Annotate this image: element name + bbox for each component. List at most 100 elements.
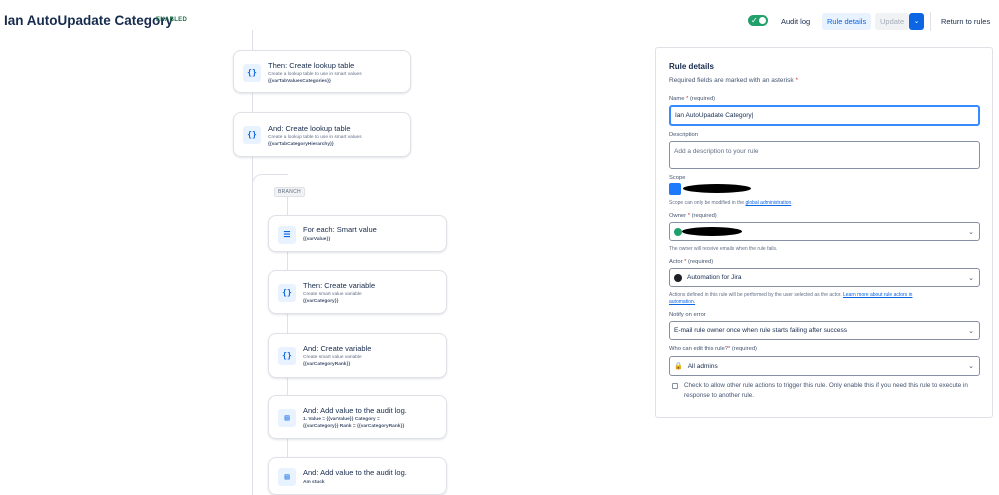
page-title: Ian AutoUpadate Category <box>4 13 174 28</box>
component-value: {{varTabCategoryHierarchy}} <box>268 142 334 147</box>
code-braces-icon: {} <box>278 347 296 365</box>
component-title: And: Create variable <box>303 344 372 353</box>
who-can-edit-value: All admins <box>687 362 718 370</box>
scope-helper: Scope can only be modified in the global… <box>669 200 793 206</box>
chevron-down-icon: ⌄ <box>913 18 920 25</box>
learn-more-link-continued[interactable]: automation. <box>669 299 695 305</box>
rule-name-input[interactable]: Ian AutoUpadate Category | <box>669 105 980 126</box>
component-subtitle: Create smart value variable <box>303 292 362 297</box>
component-subtitle: Create a lookup table to use in smart va… <box>268 72 362 77</box>
actor-label: Actor * (required) <box>669 259 713 265</box>
automation-avatar-icon <box>674 273 682 282</box>
asterisk: * <box>795 77 798 84</box>
component-audit-log-2[interactable]: ▤ And: Add value to the audit log. Am st… <box>268 457 447 495</box>
list-icon: ☰ <box>278 226 296 244</box>
document-icon: ▤ <box>278 409 296 427</box>
status-badge: ENABLED <box>156 17 188 23</box>
allow-trigger-checkbox[interactable] <box>672 383 678 389</box>
rule-details-button[interactable]: Rule details <box>822 13 872 30</box>
actor-helper-text: Actions defined in this rule will be per… <box>669 292 842 298</box>
rule-name-value: Ian AutoUpadate Category <box>675 112 752 119</box>
actor-value: Automation for Jira <box>687 274 742 281</box>
component-subtitle: Create a lookup table to use in smart va… <box>268 135 362 140</box>
component-create-variable-1[interactable]: {} Then: Create variable Create smart va… <box>268 270 447 314</box>
header-divider <box>930 12 931 31</box>
notify-value: E-mail rule owner once when rule starts … <box>674 327 848 334</box>
component-create-variable-2[interactable]: {} And: Create variable Create smart val… <box>268 333 447 378</box>
document-icon: ▤ <box>278 468 296 486</box>
component-title: Then: Create lookup table <box>268 61 355 70</box>
chevron-down-icon: ⌄ <box>968 274 974 282</box>
flow-connector <box>252 93 253 112</box>
scope-helper-text: Scope can only be modified in the <box>669 200 745 206</box>
component-value: {{varCategory}} Rank = {{varCategoryRank… <box>303 424 405 429</box>
rule-details-panel: Rule details Required fields are marked … <box>655 47 993 418</box>
chevron-down-icon: ⌄ <box>968 228 974 236</box>
component-value: {{varTabValuesCategories}} <box>268 79 331 84</box>
notify-on-error-select[interactable]: E-mail rule owner once when rule starts … <box>669 321 980 340</box>
component-value: {{varValue}} <box>303 237 331 242</box>
name-label-text: Name <box>669 96 685 102</box>
project-avatar-icon <box>669 183 681 195</box>
component-value: 1. Value = {{varValue}} Category = <box>303 417 380 422</box>
component-title: Then: Create variable <box>303 281 376 290</box>
component-for-each[interactable]: ☰ For each: Smart value {{varValue}} <box>268 215 447 252</box>
flow-connector <box>252 157 253 495</box>
description-textarea[interactable]: Add a description to your rule <box>669 141 980 169</box>
code-braces-icon: {} <box>243 126 261 144</box>
owner-label: Owner * (required) <box>669 213 717 219</box>
description-label: Description <box>669 132 698 138</box>
required-hint: (required) <box>691 213 717 219</box>
actor-helper: Actions defined in this rule will be per… <box>669 292 912 298</box>
asterisk: * <box>684 259 687 265</box>
required-hint: (required) <box>731 346 757 352</box>
who-can-edit-label-text: Who can edit this rule? <box>669 346 728 352</box>
who-can-edit-select[interactable]: 🔒 All admins ⌄ <box>669 356 980 376</box>
actor-label-text: Actor <box>669 259 683 265</box>
allow-trigger-label: Check to allow other rule actions to tri… <box>684 382 968 399</box>
actor-helper-line2: automation. <box>669 299 695 305</box>
owner-avatar <box>674 227 682 236</box>
notify-label: Notify on error <box>669 312 706 318</box>
update-button[interactable]: Update <box>875 13 910 30</box>
component-audit-log-1[interactable]: ▤ And: Add value to the audit log. 1. Va… <box>268 395 447 439</box>
asterisk: * <box>687 213 690 219</box>
scope-label: Scope <box>669 175 686 181</box>
global-administration-link[interactable]: global administration <box>745 200 791 206</box>
description-placeholder: Add a description to your rule <box>674 148 759 155</box>
enable-toggle[interactable]: ✓ <box>748 15 768 26</box>
panel-title: Rule details <box>669 62 714 71</box>
required-hint: (required) <box>688 259 714 265</box>
branch-tag: BRANCH <box>274 187 305 197</box>
chevron-down-icon: ⌄ <box>968 363 974 370</box>
name-label: Name * (required) <box>669 96 715 102</box>
check-icon: ✓ <box>751 16 758 25</box>
asterisk: * <box>727 346 731 352</box>
owner-label-text: Owner <box>669 213 687 219</box>
required-hint: (required) <box>689 96 716 102</box>
component-value: Am stuck <box>303 480 325 485</box>
chevron-down-icon: ⌄ <box>968 327 974 335</box>
text-caret: | <box>751 112 754 119</box>
actor-select[interactable]: Automation for Jira ⌄ <box>669 268 980 287</box>
component-title: And: Add value to the audit log. <box>303 468 407 477</box>
component-title: For each: Smart value <box>303 225 377 234</box>
return-to-rules-button[interactable]: Return to rules <box>936 13 995 30</box>
flow-connector <box>252 30 253 50</box>
component-subtitle: Create smart value variable <box>303 355 362 360</box>
header: Ian AutoUpadate Category ENABLED ✓ Audit… <box>0 0 999 42</box>
learn-more-link[interactable]: Learn more about rule actors in <box>843 292 912 298</box>
redacted-owner <box>682 227 742 236</box>
component-create-lookup-table-2[interactable]: {} And: Create lookup table Create a loo… <box>233 112 411 157</box>
update-dropdown-button[interactable]: ⌄ <box>909 13 924 30</box>
code-braces-icon: {} <box>243 64 261 82</box>
component-title: And: Create lookup table <box>268 124 351 133</box>
component-value: {{varCategoryRank}} <box>303 362 351 367</box>
redacted-scope <box>683 184 751 193</box>
owner-helper: The owner will receive emails when the r… <box>669 246 778 252</box>
who-can-edit-label: Who can edit this rule?* (required) <box>669 346 757 352</box>
required-note-text: Required fields are marked with an aster… <box>669 77 794 84</box>
audit-log-button[interactable]: Audit log <box>776 13 815 30</box>
component-create-lookup-table-1[interactable]: {} Then: Create lookup table Create a lo… <box>233 50 411 93</box>
component-title: And: Add value to the audit log. <box>303 406 407 415</box>
